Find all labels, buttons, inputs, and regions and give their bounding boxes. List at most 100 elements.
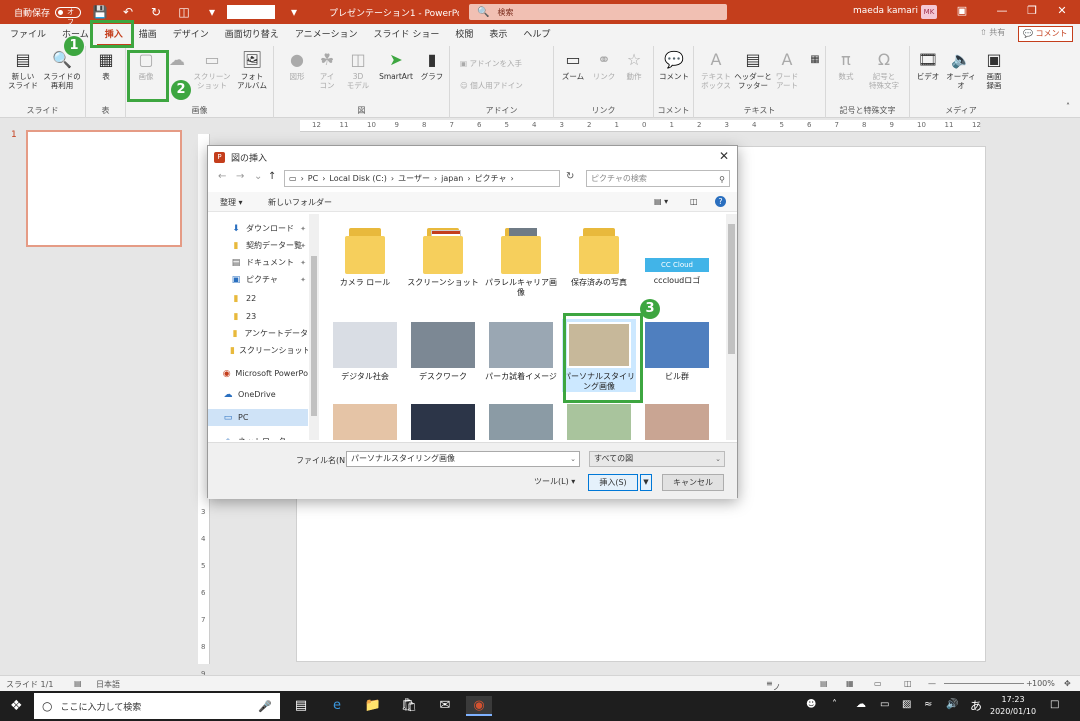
cancel-button[interactable]: キャンセル [662, 474, 724, 491]
battery-icon[interactable]: ▭ [880, 699, 889, 710]
breadcrumb-item[interactable]: ユーザー [398, 173, 430, 184]
nav-item[interactable]: ▮ アンケートデータ [208, 325, 308, 342]
nav-item[interactable]: ▤ ドキュメント ✦ [208, 254, 308, 271]
chevron-down-icon[interactable]: ⌄ [570, 452, 576, 466]
file-item[interactable]: デジタル社会 [328, 322, 402, 382]
start-from-beginning-icon[interactable]: ◫ [175, 5, 193, 19]
nav-item[interactable]: ▮ スクリーンショット [208, 342, 308, 359]
address-bar[interactable]: ▭ › PC › Local Disk (C:) › ユーザー › japan › ピク… [284, 170, 560, 187]
windows-start-icon[interactable]: ❖ [10, 698, 23, 714]
tab-insert[interactable]: 挿入 [96, 24, 131, 46]
get-addins-button[interactable]: ▣ アドインを入手 [460, 58, 522, 69]
insert-button[interactable]: 挿入(S) [588, 474, 638, 491]
refresh-icon[interactable]: ↻ [566, 171, 574, 182]
edge-icon[interactable]: e [324, 696, 350, 716]
maximize-icon[interactable]: ❐ [1022, 4, 1042, 17]
zoom-button[interactable]: ▭ ズーム [558, 50, 588, 81]
search-box[interactable]: 🔍 検索 [469, 4, 728, 20]
nav-item[interactable]: ▭ PC [208, 409, 308, 426]
volume-icon[interactable]: 🔊 [946, 699, 958, 710]
tab-review[interactable]: 校閲 [447, 24, 481, 46]
audio-button[interactable]: 🔈 オーディオ [944, 50, 978, 90]
equation-button[interactable]: π 数式 [832, 50, 860, 81]
ribbon-display-icon[interactable]: ▣ [952, 4, 972, 17]
tab-design[interactable]: デザイン [165, 24, 217, 46]
screen-recording-button[interactable]: ▣ 画面 録画 [980, 50, 1008, 90]
mail-icon[interactable]: ✉ [432, 696, 458, 716]
nav-item[interactable]: ▮ 22 [208, 290, 308, 307]
spellcheck-icon[interactable]: ▤ [74, 679, 82, 688]
avatar[interactable]: MK [921, 5, 937, 19]
collapse-ribbon-icon[interactable]: ˄ [1062, 102, 1074, 111]
zoom-level[interactable]: 100% [1032, 679, 1055, 688]
forward-icon[interactable]: → [236, 171, 244, 182]
chevron-down-icon[interactable]: ▾ [285, 5, 303, 19]
back-icon[interactable]: ← [218, 171, 226, 182]
reuse-slides-button[interactable]: 🔍 スライドの 再利用 [42, 50, 82, 90]
file-item[interactable]: 保存済みの写真 [562, 226, 636, 288]
header-footer-button[interactable]: ▤ ヘッダーと フッター [734, 50, 772, 90]
store-icon[interactable]: 🛍 [396, 696, 422, 716]
help-icon[interactable]: ? [715, 196, 726, 207]
file-explorer-icon[interactable]: 📁 [360, 696, 386, 716]
file-item[interactable]: デスクワーク [406, 322, 480, 382]
file-scrollbar[interactable] [726, 214, 737, 440]
screenshot-button[interactable]: ▭ スクリーン ショット [192, 50, 232, 90]
file-item[interactable] [562, 404, 636, 440]
new-folder-button[interactable]: 新しいフォルダー [268, 197, 332, 208]
tab-file[interactable]: ファイル [2, 24, 54, 46]
tab-slideshow[interactable]: スライド ショー [365, 24, 447, 46]
tab-help[interactable]: ヘルプ [515, 24, 558, 46]
language-status[interactable]: 日本語 [96, 679, 120, 690]
nav-item[interactable]: ⬇ ダウンロード ✦ [208, 220, 308, 237]
taskbar-search-input[interactable]: ○ ここに入力して検索 🎤 [34, 693, 280, 719]
breadcrumb-item[interactable]: japan [441, 174, 463, 183]
font-name-box[interactable] [227, 5, 276, 19]
tools-button[interactable]: ツール(L) ▾ [534, 476, 575, 487]
organize-button[interactable]: 整理 ▾ [220, 197, 243, 208]
3d-models-button[interactable]: ◫ 3D モデル [344, 50, 372, 90]
undo-icon[interactable]: ↶ [119, 5, 137, 19]
nav-item[interactable]: ◉ Microsoft PowerPo [208, 365, 308, 382]
close-icon[interactable]: ✕ [1052, 4, 1072, 17]
file-item[interactable]: パーソナルスタイリング画像 [562, 319, 636, 392]
reading-view-icon[interactable]: ▭ [874, 679, 882, 688]
comments-button[interactable]: 💬 コメント [1018, 26, 1073, 42]
slide-sorter-icon[interactable]: ▦ [846, 679, 854, 688]
file-item[interactable]: ビル群 [640, 322, 714, 382]
breadcrumb-item[interactable]: PC [308, 174, 318, 183]
file-item[interactable]: パーカ試着イメージ [484, 322, 558, 382]
notifications-icon[interactable]: □ [1050, 699, 1059, 710]
chevron-down-icon[interactable]: ⌄ [254, 171, 262, 182]
nav-item[interactable]: ▮ 契約データー覧 ✦ [208, 237, 308, 254]
symbol-button[interactable]: Ω 記号と 特殊文字 [864, 50, 904, 90]
nav-item[interactable]: ☁ OneDrive [208, 386, 308, 403]
nav-item[interactable]: ◈ ネットワーク [208, 433, 308, 441]
nav-item[interactable]: ▣ ピクチャ ✦ [208, 271, 308, 288]
chart-button[interactable]: ▮ グラフ [418, 50, 446, 81]
autosave-toggle[interactable]: オフ [55, 6, 82, 26]
breadcrumb-item[interactable]: Local Disk (C:) [329, 174, 387, 183]
photo-album-button[interactable]: 🖼 フォト アルバム [234, 50, 270, 90]
nav-scrollbar[interactable] [309, 214, 319, 440]
zoom-out-icon[interactable]: — [928, 679, 936, 688]
fit-slide-icon[interactable]: ✥ [1064, 679, 1071, 688]
normal-view-icon[interactable]: ▤ [820, 679, 828, 688]
picture-search-input[interactable]: ピクチャの検索 ⚲ [586, 170, 730, 187]
icons-button[interactable]: ☘ アイ コン [314, 50, 340, 90]
insert-options-button[interactable]: ▼ [640, 474, 652, 491]
slideshow-icon[interactable]: ◫ [904, 679, 912, 688]
ime-indicator[interactable]: あ [970, 697, 982, 714]
tab-animations[interactable]: アニメーション [287, 24, 366, 46]
table-button[interactable]: ▦ 表 [94, 50, 118, 81]
breadcrumb-item[interactable]: ピクチャ [475, 173, 507, 184]
customize-qat-icon[interactable]: ▾ [203, 5, 221, 19]
file-item[interactable]: スクリーンショット [406, 226, 480, 288]
textbox-button[interactable]: A テキスト ボックス [698, 50, 734, 90]
filetype-select[interactable]: すべての図 ⌄ [589, 451, 725, 467]
file-item[interactable]: パラレルキャリア画像 [484, 226, 558, 298]
file-item[interactable] [640, 404, 714, 440]
picture-button[interactable]: ▢ 画像 [132, 50, 160, 81]
minimize-icon[interactable]: — [992, 4, 1012, 17]
close-icon[interactable]: ✕ [719, 149, 729, 163]
